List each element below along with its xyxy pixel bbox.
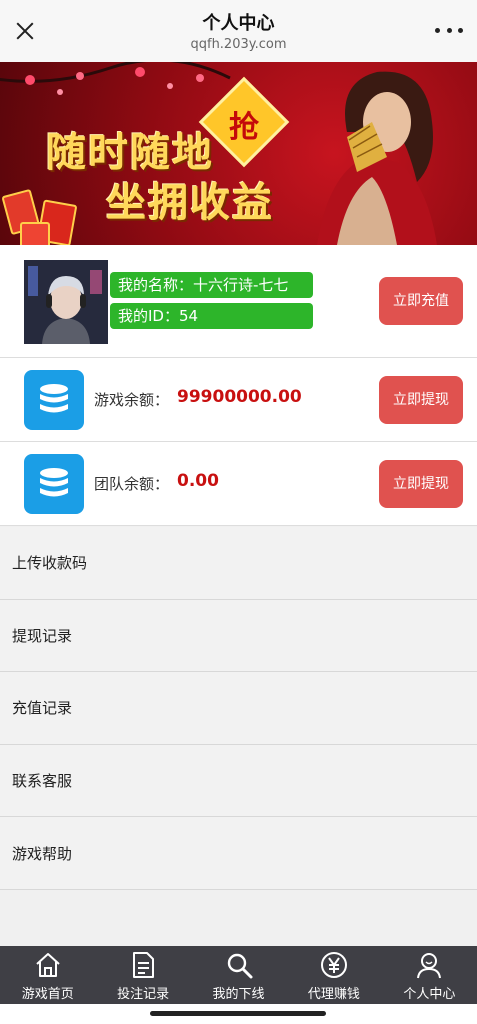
page-url: qqfh.203y.com <box>190 37 287 52</box>
yen-icon <box>320 952 347 978</box>
withdraw-game-button[interactable]: 立即提现 <box>379 376 463 424</box>
nav-label: 我的下线 <box>212 987 265 1002</box>
nav-item-profile[interactable]: 个人中心 <box>382 946 477 1004</box>
withdraw-team-button[interactable]: 立即提现 <box>379 460 463 508</box>
more-options-icon[interactable] <box>435 22 463 38</box>
nav-label: 游戏首页 <box>21 987 74 1002</box>
user-name-tag: 我的名称：十六行诗-七七 <box>110 272 313 298</box>
nav-item-bet-records[interactable]: 投注记录 <box>95 946 190 1004</box>
menu-item-withdraw-records[interactable]: 提现记录 <box>0 599 477 673</box>
avatar[interactable] <box>24 260 108 344</box>
document-icon <box>133 952 155 978</box>
game-balance-value: 99900000.00 <box>177 387 302 407</box>
team-balance-value: 0.00 <box>177 471 219 491</box>
user-icon <box>417 953 442 979</box>
banner-badge-text: 抢 <box>229 110 259 145</box>
profile-card: 我的名称：十六行诗-七七 我的ID：54 立即充值 <box>0 245 477 358</box>
menu-item-game-help[interactable]: 游戏帮助 <box>0 817 477 890</box>
user-id-tag: 我的ID：54 <box>110 303 313 329</box>
game-balance-row: 游戏余额： 99900000.00 立即提现 <box>0 358 477 442</box>
home-icon <box>36 953 60 977</box>
menu-item-recharge-records[interactable]: 充值记录 <box>0 672 477 745</box>
banner-model-image <box>317 71 437 245</box>
banner-headline-2: 坐拥收益 <box>106 180 274 226</box>
recharge-button[interactable]: 立即充值 <box>379 277 463 325</box>
home-indicator[interactable] <box>150 1011 326 1016</box>
nav-item-home[interactable]: 游戏首页 <box>0 946 95 1004</box>
menu-list: 上传收款码 提现记录 充值记录 联系客服 游戏帮助 <box>0 527 477 890</box>
browser-top-bar: 个人中心 qqfh.203y.com <box>0 0 477 62</box>
menu-item-customer-service[interactable]: 联系客服 <box>0 744 477 818</box>
nav-label: 代理赚钱 <box>307 987 360 1002</box>
team-balance-label: 团队余额： <box>94 475 170 493</box>
nav-item-agent[interactable]: 代理赚钱 <box>286 946 381 1004</box>
nav-item-downline[interactable]: 我的下线 <box>191 946 286 1004</box>
promo-banner[interactable]: 随时随地 坐拥收益 抢 <box>0 62 477 245</box>
coins-icon <box>24 454 84 514</box>
nav-label: 投注记录 <box>117 987 170 1002</box>
menu-item-upload-qr[interactable]: 上传收款码 <box>0 527 477 600</box>
search-icon <box>227 953 253 979</box>
nav-label: 个人中心 <box>403 987 456 1002</box>
page-title: 个人中心 <box>202 13 275 34</box>
game-balance-label: 游戏余额： <box>94 391 170 409</box>
red-envelope-icon <box>20 222 50 245</box>
team-balance-row: 团队余额： 0.00 立即提现 <box>0 442 477 526</box>
bottom-nav: 游戏首页 投注记录 我的下线 代理赚钱 个人中心 <box>0 946 477 1004</box>
coins-icon <box>24 370 84 430</box>
